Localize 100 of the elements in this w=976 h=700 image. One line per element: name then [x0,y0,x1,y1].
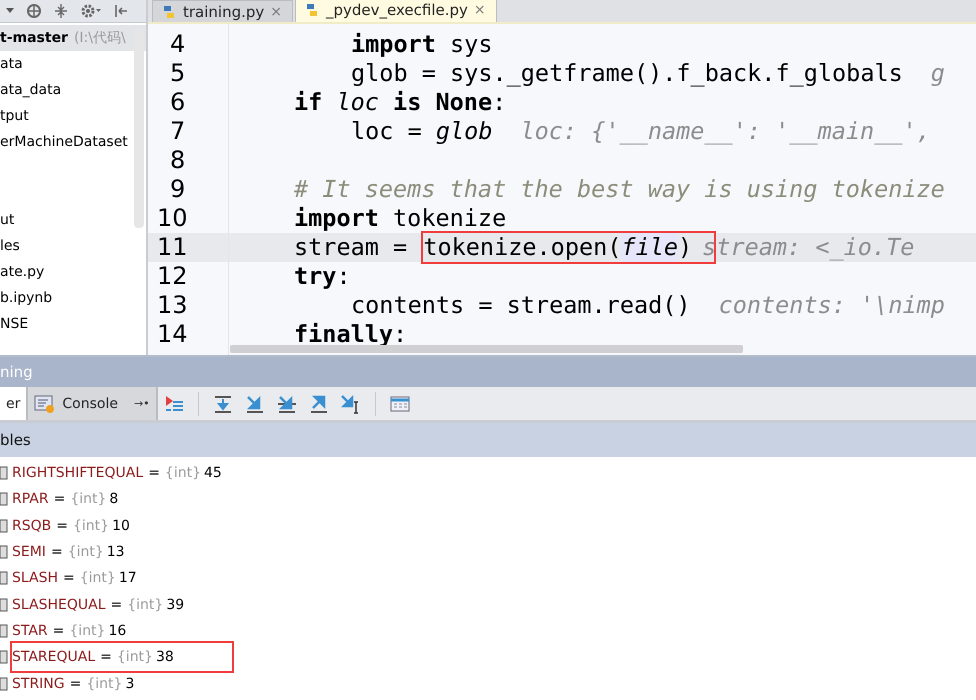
variable-type: {int} [164,465,201,482]
file-tab[interactable]: _pydev_execfile.py × [295,0,497,22]
variable-value: 45 [204,465,222,482]
variable-name: RIGHTSHIFTEQUAL [12,465,144,482]
code-token: import [351,30,436,59]
gear-icon[interactable] [80,3,102,19]
caret-icon[interactable] [6,8,14,14]
variable-value: 16 [108,622,126,639]
variable-name: STAR [12,622,48,639]
code-token: : [492,88,506,117]
variable-name: SLASH [12,570,58,586]
code-token: tokenize.open( [423,233,622,262]
pin-icon[interactable]: →• [134,397,150,410]
inline-value-hint: contents: '\nimp [718,291,945,320]
variable-name: SLASHEQUAL [12,596,106,613]
variable-icon [0,518,8,533]
variable-icon [0,466,8,480]
code-token: sys [449,30,492,59]
variable-type: {int} [86,676,122,692]
code-token: glob = sys._getframe().f_back.f_globals [351,59,903,88]
equals-sign: = [100,649,112,666]
equals-sign: = [63,570,75,586]
tab-label: training.py [183,2,264,20]
variable-name: STRING [12,676,65,692]
file-tab[interactable]: training.py × [152,0,294,22]
variable-value: 38 [156,649,174,666]
line-number: 11 [148,233,228,262]
tree-item[interactable]: b.ipynb [0,285,146,311]
code-token: try [294,262,336,291]
variable-icon [0,492,8,506]
line-number: 7 [169,117,186,146]
variable-type: {int} [80,570,116,586]
tree-item[interactable]: les [0,233,146,259]
code-token: ) [678,233,692,262]
equals-sign: = [70,676,82,692]
variable-type: {int} [68,544,104,560]
code-token: file [621,233,678,262]
variable-name: STAREQUAL [12,649,96,666]
variable-type: {int} [116,649,153,666]
variable-value: 3 [125,676,134,692]
variable-type: {int} [127,596,164,613]
variable-icon [0,598,8,612]
variable-icon [0,545,8,560]
variables-header: bles [0,431,31,449]
line-number: 13 [156,291,189,320]
line-number: 12 [156,262,189,291]
equals-sign: = [50,544,63,560]
variable-type: {int} [72,518,110,534]
crosshair-icon[interactable] [26,3,42,19]
tree-item[interactable]: ata_data [0,77,146,103]
variable-value: 13 [106,544,125,560]
variable-value: 8 [109,491,118,508]
scrollbar-thumb[interactable] [230,345,743,353]
equals-sign: = [56,518,68,534]
line-number: 14 [156,320,189,349]
tree-item[interactable]: NSE [0,311,146,337]
hide-panel-icon[interactable] [114,3,128,19]
tree-item[interactable]: ate.py [0,259,146,285]
collapse-icon[interactable] [54,3,68,19]
variable-name: SEMI [12,544,46,560]
line-number: 5 [169,59,186,88]
line-number: 8 [169,146,186,175]
inline-value-hint: loc: {'__name__': '__main__', [520,117,931,146]
panel-tab[interactable]: Console →• [28,387,158,420]
line-number: 6 [169,88,186,117]
variable-icon [0,676,8,691]
equals-sign: = [52,622,64,639]
tree-item[interactable]: tput [0,103,146,129]
equals-sign: = [148,465,160,482]
panel-tab[interactable]: er [0,387,28,420]
variable-icon [0,571,8,586]
code-token: loc = [351,117,423,146]
variable-value: 17 [118,570,137,586]
close-icon[interactable]: × [474,2,486,18]
code-token: tokenize [392,204,506,233]
code-token: contents = stream.read() [351,291,691,320]
tree-item[interactable]: t-master (I:\代码\ [0,25,146,51]
line-number: 4 [169,30,186,59]
variable-value: 39 [166,596,184,613]
variable-name: RPAR [12,491,49,508]
inline-value-hint: g [930,59,945,88]
code-token: : [336,262,351,291]
tree-item[interactable]: ata [0,51,146,77]
tree-item[interactable]: ut [0,207,146,233]
equals-sign: = [54,491,66,508]
code-token: import [294,204,379,233]
variable-type: {int} [70,491,106,508]
line-number: 10 [156,204,189,233]
code-token: loc [336,88,379,117]
tree-item[interactable]: erMachineDataset [0,129,146,155]
code-token: # It seems that the best way is using tokenize [294,175,945,204]
code-token: finally [294,320,394,349]
code-token: stream = [294,233,408,262]
code-token: glob [436,117,492,146]
scrollbar-thumb[interactable] [134,28,144,228]
variable-name: RSQB [12,518,52,534]
panel-title: ning [0,363,33,381]
equals-sign: = [110,596,122,613]
code-token: if [294,88,324,117]
variable-type: {int} [69,622,106,639]
